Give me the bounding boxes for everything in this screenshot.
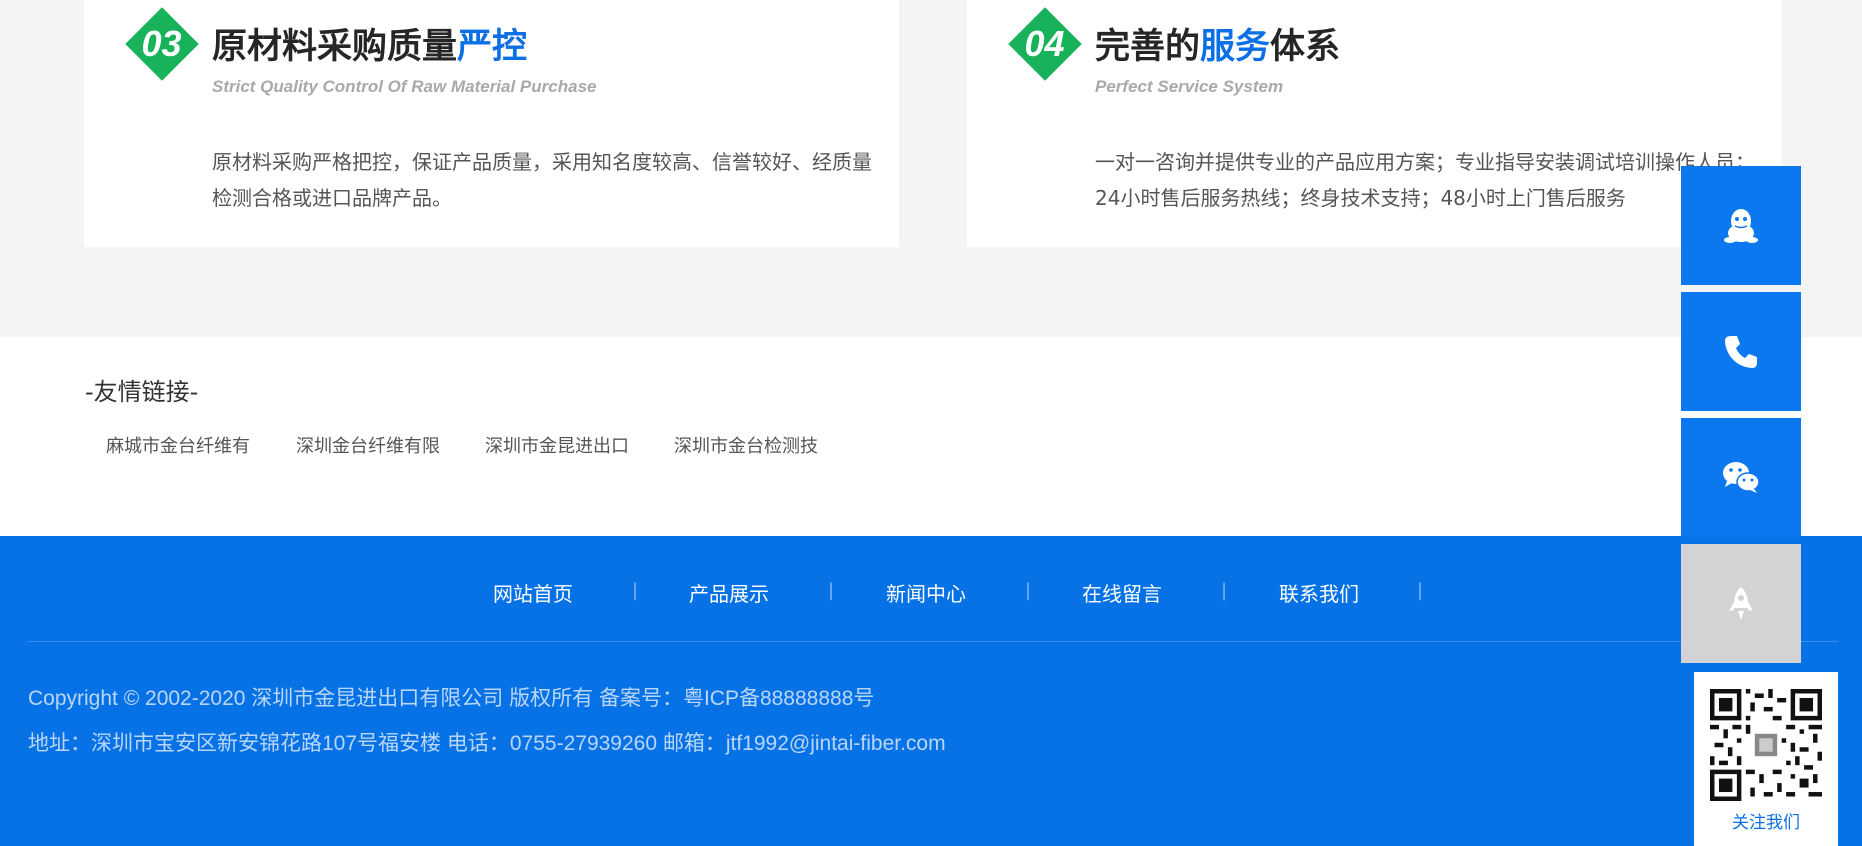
nav-separator: | [1417,580,1424,601]
feature-subtitle: Strict Quality Control Of Raw Material P… [212,77,597,96]
nav-separator: | [828,580,835,601]
nav-separator: | [1221,580,1228,601]
footer-divider [28,641,1838,642]
copyright-text: Copyright © 2002-2020 深圳市金昆进出口有限公司 版权所有 … [28,687,875,710]
feature-subtitle: Perfect Service System [1095,77,1284,96]
nav-separator: | [1025,580,1032,601]
feature-card-service: 04 完善的服务体系 Perfect Service System 一对一咨询并… [967,0,1782,247]
feature-title-tail: 体系 [1270,27,1341,67]
friend-links-title: -友情链接- [85,378,199,406]
nav-separator: | [632,580,639,601]
footer-nav-news[interactable]: 新闻中心 [886,578,966,607]
qr-code-panel: 关注我们 [1694,672,1838,846]
site-footer: 网站首页 | 产品展示 | 新闻中心 | 在线留言 | 联系我们 | Copyr… [0,536,1862,846]
feature-number: 03 [141,23,182,64]
feature-number: 04 [1024,23,1065,64]
feature-title-main: 完善的 [1095,27,1201,67]
wechat-button[interactable] [1681,418,1801,537]
feature-title: 完善的服务体系 [1095,18,1340,69]
friend-link[interactable]: 深圳市金台检测技 [674,432,818,458]
feature-title-main: 原材料采购质量 [212,27,458,67]
feature-number-badge: 03 [124,6,199,81]
footer-nav-contact[interactable]: 联系我们 [1279,578,1359,607]
wechat-icon [1723,462,1760,493]
qq-button[interactable] [1681,166,1801,285]
phone-button[interactable] [1681,292,1801,411]
back-to-top-button[interactable] [1681,544,1801,663]
rocket-icon [1729,587,1753,620]
feature-card-quality: 03 原材料采购质量严控 Strict Quality Control Of R… [84,0,899,247]
friend-link[interactable]: 深圳金台纤维有限 [296,432,440,458]
feature-band: 03 原材料采购质量严控 Strict Quality Control Of R… [0,0,1862,337]
feature-title: 原材料采购质量严控 [212,18,527,69]
feature-number-badge: 04 [1007,6,1082,81]
friend-links-section: -友情链接- 麻城市金台纤维有 深圳金台纤维有限 深圳市金昆进出口 深圳市金台检… [0,337,1862,536]
address-text: 地址：深圳市宝安区新安锦花路107号福安楼 电话：0755-27939260 邮… [28,732,946,755]
feature-title-highlight: 服务 [1200,27,1271,67]
footer-nav-products[interactable]: 产品展示 [689,578,769,607]
footer-nav-home[interactable]: 网站首页 [493,578,573,607]
friend-link[interactable]: 深圳市金昆进出口 [485,432,629,458]
qq-icon [1724,209,1758,243]
footer-nav-message[interactable]: 在线留言 [1082,578,1162,607]
feature-description: 原材料采购严格把控，保证产品质量，采用知名度较高、信誉较好、经质量检测合格或进口… [212,150,872,210]
qr-code-icon [1710,689,1822,801]
friend-link[interactable]: 麻城市金台纤维有 [106,432,250,458]
footer-nav: 网站首页 | 产品展示 | 新闻中心 | 在线留言 | 联系我们 | [0,578,1862,606]
qr-label: 关注我们 [1732,813,1800,833]
feature-description: 一对一咨询并提供专业的产品应用方案；专业指导安装调试培训操作人员；24小时售后服… [1095,150,1755,210]
phone-icon [1725,336,1757,368]
feature-title-highlight: 严控 [457,27,528,67]
